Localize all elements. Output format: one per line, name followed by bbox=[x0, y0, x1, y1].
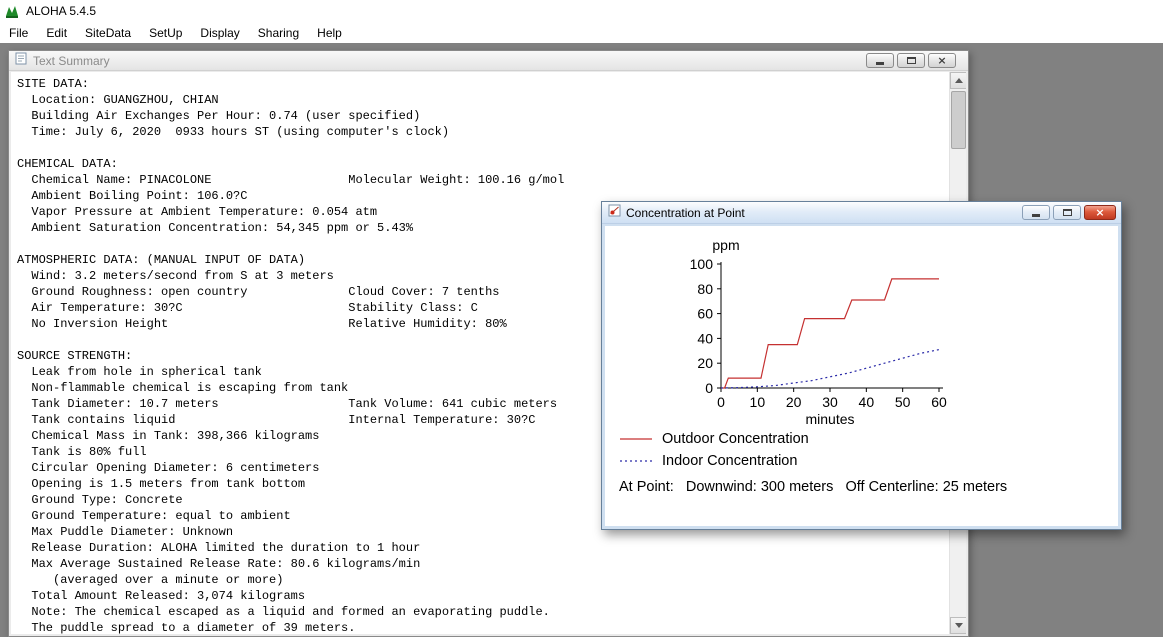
window-controls: × bbox=[1022, 205, 1116, 220]
svg-text:10: 10 bbox=[750, 394, 766, 410]
svg-text:60: 60 bbox=[697, 306, 713, 322]
maximize-button[interactable] bbox=[897, 53, 925, 68]
legend-item-outdoor: Outdoor Concentration bbox=[619, 428, 1118, 450]
menu-setup[interactable]: SetUp bbox=[140, 23, 191, 43]
scroll-up-icon bbox=[954, 78, 963, 83]
legend-label-outdoor: Outdoor Concentration bbox=[662, 431, 809, 447]
concentration-chart: 0 20 40 60 80 100 0 10 20 30 40 50 60 ppm minutes bbox=[690, 237, 947, 426]
app-titlebar: ALOHA 5.4.5 bbox=[0, 0, 1163, 22]
concentration-titlebar[interactable]: Concentration at Point × bbox=[602, 202, 1121, 224]
menu-display[interactable]: Display bbox=[191, 23, 248, 43]
scroll-down-icon bbox=[954, 623, 963, 628]
scroll-down-button[interactable] bbox=[950, 617, 966, 634]
svg-text:50: 50 bbox=[895, 394, 911, 410]
svg-text:80: 80 bbox=[697, 281, 713, 297]
svg-text:20: 20 bbox=[786, 394, 802, 410]
menu-sharing[interactable]: Sharing bbox=[249, 23, 308, 43]
svg-text:100: 100 bbox=[690, 256, 714, 272]
window-controls: × bbox=[866, 53, 956, 68]
window-title: Text Summary bbox=[33, 53, 110, 68]
svg-text:60: 60 bbox=[931, 394, 947, 410]
close-button[interactable]: × bbox=[1084, 205, 1116, 220]
svg-text:40: 40 bbox=[859, 394, 875, 410]
minimize-icon bbox=[876, 62, 884, 65]
svg-text:ppm: ppm bbox=[712, 237, 739, 253]
scroll-up-button[interactable] bbox=[950, 72, 966, 89]
text-summary-titlebar[interactable]: Text Summary × bbox=[9, 51, 968, 71]
maximize-button[interactable] bbox=[1053, 205, 1081, 220]
legend-item-indoor: Indoor Concentration bbox=[619, 450, 1118, 472]
svg-text:minutes: minutes bbox=[805, 411, 854, 426]
close-icon: × bbox=[937, 54, 947, 67]
minimize-icon bbox=[1032, 214, 1040, 217]
chart-icon bbox=[608, 204, 621, 222]
app-icon bbox=[4, 3, 20, 19]
svg-text:0: 0 bbox=[705, 380, 713, 396]
menu-edit[interactable]: Edit bbox=[37, 23, 76, 43]
minimize-button[interactable] bbox=[1022, 205, 1050, 220]
concentration-content: 0 20 40 60 80 100 0 10 20 30 40 50 60 ppm minutes Outd… bbox=[605, 226, 1118, 526]
menu-file[interactable]: File bbox=[0, 23, 37, 43]
app-title: ALOHA 5.4.5 bbox=[26, 4, 97, 18]
at-point-summary: At Point: Downwind: 300 meters Off Cente… bbox=[619, 479, 1008, 495]
close-button[interactable]: × bbox=[928, 53, 956, 68]
legend-label-indoor: Indoor Concentration bbox=[662, 453, 798, 469]
menu-help[interactable]: Help bbox=[308, 23, 351, 43]
concentration-window: Concentration at Point × 0 20 40 60 80 100 0 10… bbox=[601, 201, 1122, 530]
outdoor-line-sample-icon bbox=[620, 438, 652, 440]
menu-bar: File Edit SiteData SetUp Display Sharing… bbox=[0, 22, 1163, 43]
svg-text:20: 20 bbox=[697, 355, 713, 371]
svg-text:30: 30 bbox=[822, 394, 838, 410]
chart-legend: Outdoor Concentration Indoor Concentrati… bbox=[619, 428, 1118, 472]
close-icon: × bbox=[1095, 206, 1105, 219]
svg-text:0: 0 bbox=[717, 394, 725, 410]
window-title: Concentration at Point bbox=[626, 205, 745, 220]
maximize-icon bbox=[906, 57, 916, 64]
menu-sitedata[interactable]: SiteData bbox=[76, 23, 140, 43]
minimize-button[interactable] bbox=[866, 53, 894, 68]
document-icon bbox=[15, 52, 28, 70]
scrollbar-thumb[interactable] bbox=[951, 91, 966, 149]
indoor-line-sample-icon bbox=[620, 460, 652, 462]
maximize-icon bbox=[1062, 209, 1072, 216]
svg-text:40: 40 bbox=[697, 330, 713, 346]
